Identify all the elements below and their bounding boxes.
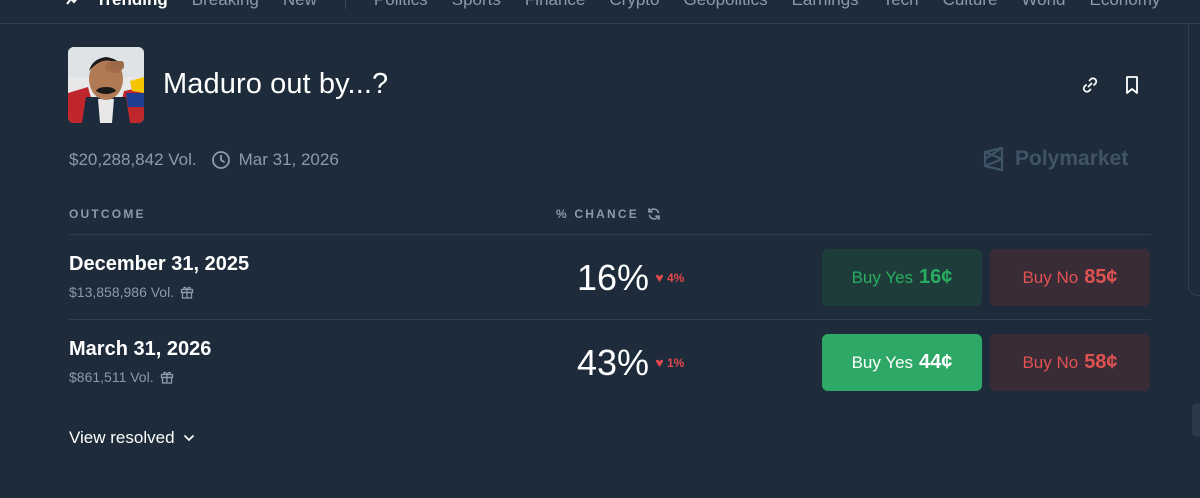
chevron-down-icon: [183, 435, 194, 441]
bookmark-button[interactable]: [1120, 73, 1144, 97]
buy-yes-label: Buy Yes: [851, 352, 914, 372]
outcome-name: December 31, 2025: [69, 253, 250, 275]
nav-item-sports[interactable]: Sports: [452, 0, 501, 10]
nav-item-world[interactable]: World: [1021, 0, 1065, 10]
link-icon: [1082, 77, 1098, 93]
buy-yes-price: 16¢: [919, 266, 953, 288]
nav-item-breaking[interactable]: Breaking: [192, 0, 259, 10]
nav-item-trending[interactable]: Trending: [96, 0, 168, 10]
chance-change-value: 1%: [667, 356, 685, 370]
nav-item-geopolitics[interactable]: Geopolitics: [683, 0, 767, 10]
market-avatar: [68, 47, 144, 123]
outcome-row: December 31, 2025 $13,858,986 Vol. 16% 4…: [69, 235, 1151, 319]
scroll-handle[interactable]: [1192, 404, 1200, 436]
buy-no-label: Buy No: [1022, 267, 1079, 287]
buy-yes-price: 44¢: [919, 351, 953, 373]
view-resolved-label: View resolved: [69, 428, 175, 447]
side-panel-edge: [1188, 24, 1200, 296]
chance-change-value: 4%: [667, 271, 685, 285]
nav-item-new[interactable]: New: [283, 0, 317, 10]
chance-column-header: % CHANCE: [556, 207, 661, 221]
polymarket-brand: Polymarket: [982, 146, 1128, 172]
buy-no-button[interactable]: Buy No 85¢: [990, 249, 1150, 306]
buy-no-button[interactable]: Buy No 58¢: [990, 334, 1150, 391]
nav-item-tech[interactable]: Tech: [883, 0, 919, 10]
market-end-date: Mar 31, 2026: [238, 150, 339, 169]
outcome-chance: 16%: [577, 257, 650, 298]
avatar-image: [68, 47, 144, 123]
buy-yes-button[interactable]: Buy Yes 16¢: [822, 249, 982, 306]
polymarket-logo-icon: [983, 146, 1004, 172]
outcome-row: March 31, 2026 $861,511 Vol. 43% 1% Buy …: [69, 320, 1151, 404]
nav-item-culture[interactable]: Culture: [943, 0, 998, 10]
buy-yes-button[interactable]: Buy Yes 44¢: [822, 334, 982, 391]
view-resolved-link[interactable]: View resolved: [69, 428, 196, 448]
outcome-chance: 43%: [577, 342, 650, 383]
market-title: Maduro out by...?: [163, 68, 389, 100]
nav-item-crypto[interactable]: Crypto: [609, 0, 659, 10]
brand-name: Polymarket: [1015, 147, 1129, 170]
trending-icon: [66, 0, 77, 5]
outcome-column-header: OUTCOME: [69, 207, 146, 221]
market-volume: $20,288,842 Vol.: [69, 150, 197, 169]
outcome-name: March 31, 2026: [69, 338, 212, 360]
nav-divider: [344, 0, 346, 9]
down-arrow-icon: [655, 359, 664, 367]
buy-no-label: Buy No: [1022, 352, 1079, 372]
gift-icon: [180, 286, 194, 299]
nav-item-earnings[interactable]: Earnings: [792, 0, 859, 10]
copy-link-button[interactable]: [1078, 73, 1102, 97]
gift-icon: [160, 371, 173, 384]
chance-change: 4%: [655, 271, 684, 285]
outcome-volume: $13,858,986 Vol.: [69, 284, 194, 300]
buy-no-price: 85¢: [1084, 266, 1118, 288]
bookmark-icon: [1126, 76, 1138, 94]
outcome-volume-text: $13,858,986 Vol.: [69, 284, 175, 300]
refresh-icon[interactable]: [647, 207, 661, 221]
nav-item-politics[interactable]: Politics: [374, 0, 428, 10]
buy-yes-label: Buy Yes: [851, 267, 914, 287]
nav-row: Trending Breaking New Politics Sports Fi…: [66, 0, 1184, 10]
clock-icon: [211, 151, 230, 169]
down-arrow-icon: [655, 274, 664, 282]
top-nav: Trending Breaking New Politics Sports Fi…: [0, 0, 1200, 24]
outcome-volume-text: $861,511 Vol.: [69, 369, 154, 385]
market-meta: $20,288,842 Vol. Mar 31, 2026: [69, 150, 339, 170]
buy-no-price: 58¢: [1084, 351, 1118, 373]
nav-item-finance[interactable]: Finance: [525, 0, 585, 10]
nav-item-economy[interactable]: Economy: [1090, 0, 1161, 10]
chance-header-label: % CHANCE: [556, 207, 639, 221]
outcome-volume: $861,511 Vol.: [69, 369, 174, 385]
chance-change: 1%: [655, 356, 684, 370]
